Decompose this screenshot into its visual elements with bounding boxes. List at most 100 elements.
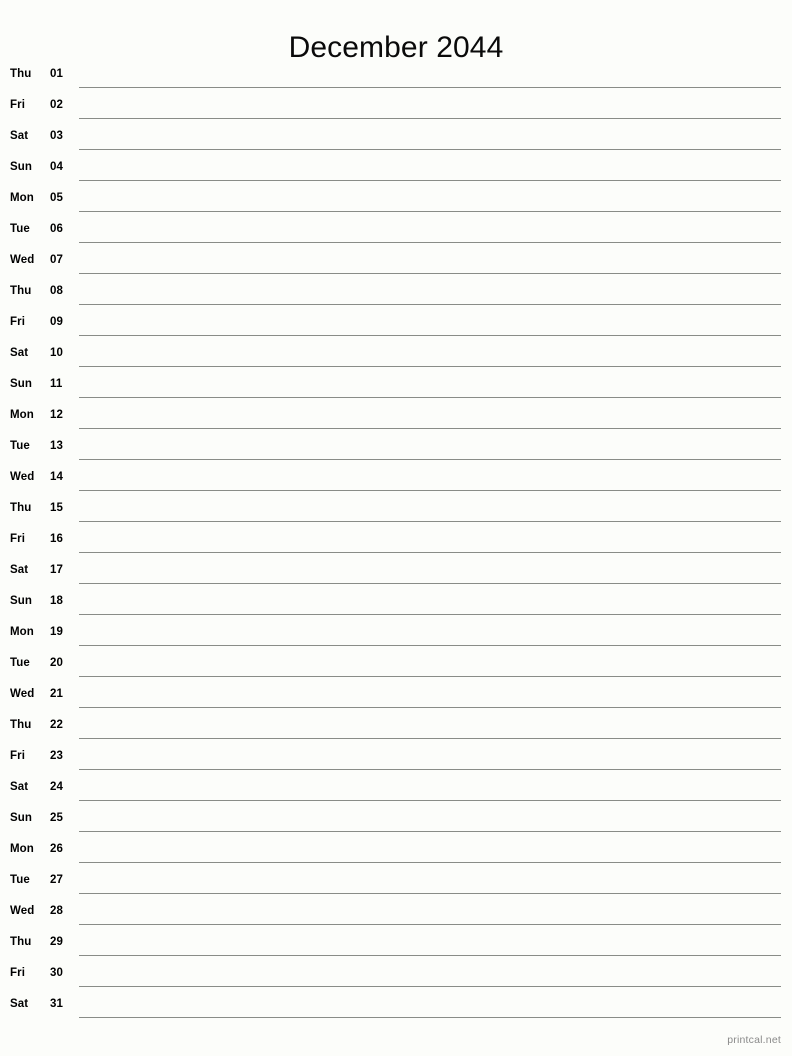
day-number-label: 26 bbox=[50, 843, 63, 855]
day-writing-line[interactable] bbox=[79, 366, 781, 367]
day-writing-line[interactable] bbox=[79, 149, 781, 150]
day-writing-line[interactable] bbox=[79, 676, 781, 677]
day-writing-line[interactable] bbox=[79, 738, 781, 739]
day-writing-line[interactable] bbox=[79, 242, 781, 243]
day-writing-line[interactable] bbox=[79, 924, 781, 925]
day-row[interactable]: Wed 28 bbox=[0, 898, 792, 929]
day-row[interactable]: Fri 23 bbox=[0, 743, 792, 774]
day-row[interactable]: Wed 14 bbox=[0, 464, 792, 495]
day-row[interactable]: Wed 21 bbox=[0, 681, 792, 712]
day-row[interactable]: Sun 18 bbox=[0, 588, 792, 619]
day-row[interactable]: Wed 07 bbox=[0, 247, 792, 278]
day-number-label: 18 bbox=[50, 595, 63, 607]
day-writing-line[interactable] bbox=[79, 211, 781, 212]
day-writing-line[interactable] bbox=[79, 304, 781, 305]
day-weekday-label: Wed bbox=[10, 254, 35, 266]
day-writing-line[interactable] bbox=[79, 893, 781, 894]
day-row[interactable]: Sat 03 bbox=[0, 123, 792, 154]
day-weekday-label: Fri bbox=[10, 967, 25, 979]
day-number-label: 17 bbox=[50, 564, 63, 576]
day-row[interactable]: Fri 02 bbox=[0, 92, 792, 123]
day-number-label: 29 bbox=[50, 936, 63, 948]
day-number-label: 12 bbox=[50, 409, 63, 421]
day-weekday-label: Thu bbox=[10, 502, 32, 514]
day-weekday-label: Fri bbox=[10, 316, 25, 328]
day-row[interactable]: Sat 31 bbox=[0, 991, 792, 1022]
day-writing-line[interactable] bbox=[79, 707, 781, 708]
day-writing-line[interactable] bbox=[79, 614, 781, 615]
day-weekday-label: Mon bbox=[10, 843, 34, 855]
day-number-label: 27 bbox=[50, 874, 63, 886]
day-writing-line[interactable] bbox=[79, 87, 781, 88]
day-row[interactable]: Tue 20 bbox=[0, 650, 792, 681]
day-writing-line[interactable] bbox=[79, 1017, 781, 1018]
day-writing-line[interactable] bbox=[79, 490, 781, 491]
day-writing-line[interactable] bbox=[79, 552, 781, 553]
day-weekday-label: Sat bbox=[10, 564, 29, 576]
day-weekday-label: Wed bbox=[10, 688, 35, 700]
day-row[interactable]: Thu 08 bbox=[0, 278, 792, 309]
day-writing-line[interactable] bbox=[79, 180, 781, 181]
day-number-label: 24 bbox=[50, 781, 63, 793]
day-number-label: 01 bbox=[50, 68, 63, 80]
day-row[interactable]: Tue 13 bbox=[0, 433, 792, 464]
day-weekday-label: Mon bbox=[10, 626, 34, 638]
day-row[interactable]: Mon 26 bbox=[0, 836, 792, 867]
day-writing-line[interactable] bbox=[79, 459, 781, 460]
day-writing-line[interactable] bbox=[79, 800, 781, 801]
calendar-page: December 2044 Thu 01 Fri 02 Sat 03 Sun 04 Mon 05 T… bbox=[0, 0, 792, 1056]
day-writing-line[interactable] bbox=[79, 118, 781, 119]
day-writing-line[interactable] bbox=[79, 986, 781, 987]
day-number-label: 28 bbox=[50, 905, 63, 917]
day-row[interactable]: Fri 16 bbox=[0, 526, 792, 557]
day-number-label: 10 bbox=[50, 347, 63, 359]
day-row[interactable]: Sun 04 bbox=[0, 154, 792, 185]
day-weekday-label: Wed bbox=[10, 471, 35, 483]
day-number-label: 09 bbox=[50, 316, 63, 328]
day-writing-line[interactable] bbox=[79, 831, 781, 832]
day-weekday-label: Wed bbox=[10, 905, 35, 917]
day-row[interactable]: Tue 27 bbox=[0, 867, 792, 898]
day-writing-line[interactable] bbox=[79, 645, 781, 646]
day-row[interactable]: Sun 25 bbox=[0, 805, 792, 836]
day-weekday-label: Sun bbox=[10, 161, 33, 173]
day-weekday-label: Sat bbox=[10, 130, 29, 142]
day-row[interactable]: Thu 29 bbox=[0, 929, 792, 960]
day-number-label: 15 bbox=[50, 502, 63, 514]
day-weekday-label: Tue bbox=[10, 874, 30, 886]
day-number-label: 31 bbox=[50, 998, 63, 1010]
day-writing-line[interactable] bbox=[79, 273, 781, 274]
day-row[interactable]: Mon 12 bbox=[0, 402, 792, 433]
day-weekday-label: Fri bbox=[10, 99, 25, 111]
day-row[interactable]: Tue 06 bbox=[0, 216, 792, 247]
day-row[interactable]: Fri 30 bbox=[0, 960, 792, 991]
day-writing-line[interactable] bbox=[79, 862, 781, 863]
day-row[interactable]: Mon 05 bbox=[0, 185, 792, 216]
day-weekday-label: Thu bbox=[10, 285, 32, 297]
day-row[interactable]: Sat 17 bbox=[0, 557, 792, 588]
day-writing-line[interactable] bbox=[79, 955, 781, 956]
day-writing-line[interactable] bbox=[79, 335, 781, 336]
day-weekday-label: Thu bbox=[10, 68, 32, 80]
day-writing-line[interactable] bbox=[79, 769, 781, 770]
day-writing-line[interactable] bbox=[79, 583, 781, 584]
day-row[interactable]: Thu 22 bbox=[0, 712, 792, 743]
day-row[interactable]: Sat 10 bbox=[0, 340, 792, 371]
day-row[interactable]: Sat 24 bbox=[0, 774, 792, 805]
day-row[interactable]: Fri 09 bbox=[0, 309, 792, 340]
day-writing-line[interactable] bbox=[79, 521, 781, 522]
footer-credit: printcal.net bbox=[727, 1034, 781, 1046]
day-row[interactable]: Thu 01 bbox=[0, 61, 792, 92]
day-weekday-label: Fri bbox=[10, 533, 25, 545]
day-row[interactable]: Sun 11 bbox=[0, 371, 792, 402]
day-number-label: 08 bbox=[50, 285, 63, 297]
day-number-label: 05 bbox=[50, 192, 63, 204]
day-weekday-label: Mon bbox=[10, 409, 34, 421]
day-row[interactable]: Thu 15 bbox=[0, 495, 792, 526]
day-writing-line[interactable] bbox=[79, 428, 781, 429]
day-number-label: 03 bbox=[50, 130, 63, 142]
day-weekday-label: Tue bbox=[10, 657, 30, 669]
day-number-label: 23 bbox=[50, 750, 63, 762]
day-writing-line[interactable] bbox=[79, 397, 781, 398]
day-row[interactable]: Mon 19 bbox=[0, 619, 792, 650]
